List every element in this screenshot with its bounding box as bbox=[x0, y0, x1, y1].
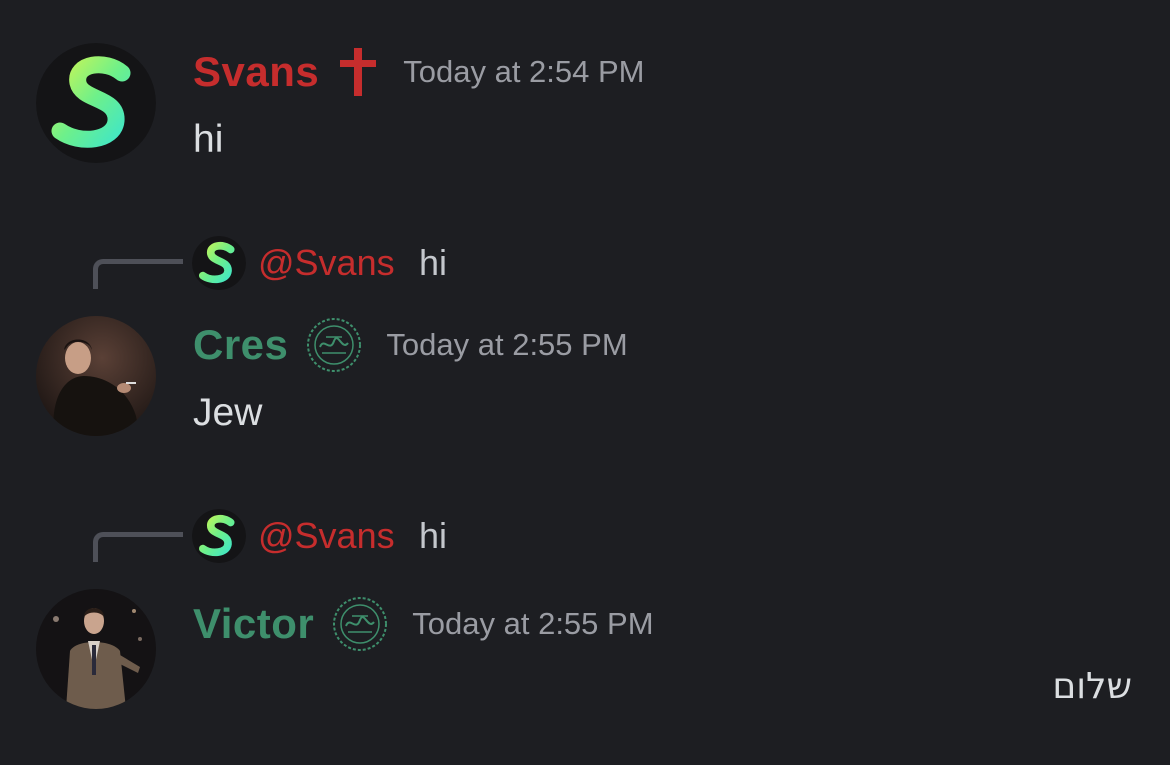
avatar-victor[interactable] bbox=[36, 589, 156, 709]
reply-text[interactable]: hi bbox=[419, 242, 447, 284]
reply-avatar-svans[interactable] bbox=[192, 236, 246, 290]
reply-preview[interactable]: @Svans hi bbox=[0, 507, 1170, 567]
username-cres[interactable]: Cres bbox=[193, 321, 288, 369]
reply-spine bbox=[93, 532, 183, 562]
chat-messages: Svans Today at 2:54 PM hi @Svans hi Cres… bbox=[0, 0, 1170, 765]
avatar-cres[interactable] bbox=[36, 316, 156, 436]
message-text: שלום bbox=[1052, 666, 1132, 707]
message-header: Cres Today at 2:55 PM bbox=[193, 315, 628, 375]
green-emblem-icon bbox=[306, 317, 362, 373]
message-header: Victor Today at 2:55 PM bbox=[193, 594, 654, 654]
message-text: hi bbox=[193, 118, 224, 161]
reply-mention[interactable]: @Svans bbox=[258, 515, 395, 557]
cross-icon bbox=[337, 46, 379, 98]
avatar-svans[interactable] bbox=[36, 43, 156, 163]
username-svans[interactable]: Svans bbox=[193, 48, 319, 96]
green-emblem-icon bbox=[332, 596, 388, 652]
message-text: Jew bbox=[193, 391, 263, 434]
reply-spine bbox=[93, 259, 183, 289]
reply-preview[interactable]: @Svans hi bbox=[0, 234, 1170, 294]
reply-mention[interactable]: @Svans bbox=[258, 242, 395, 284]
username-victor[interactable]: Victor bbox=[193, 600, 314, 648]
message-header: Svans Today at 2:54 PM bbox=[193, 42, 645, 102]
reply-text[interactable]: hi bbox=[419, 515, 447, 557]
timestamp[interactable]: Today at 2:55 PM bbox=[412, 606, 653, 642]
timestamp[interactable]: Today at 2:55 PM bbox=[386, 327, 627, 363]
timestamp[interactable]: Today at 2:54 PM bbox=[403, 54, 644, 90]
reply-avatar-svans[interactable] bbox=[192, 509, 246, 563]
